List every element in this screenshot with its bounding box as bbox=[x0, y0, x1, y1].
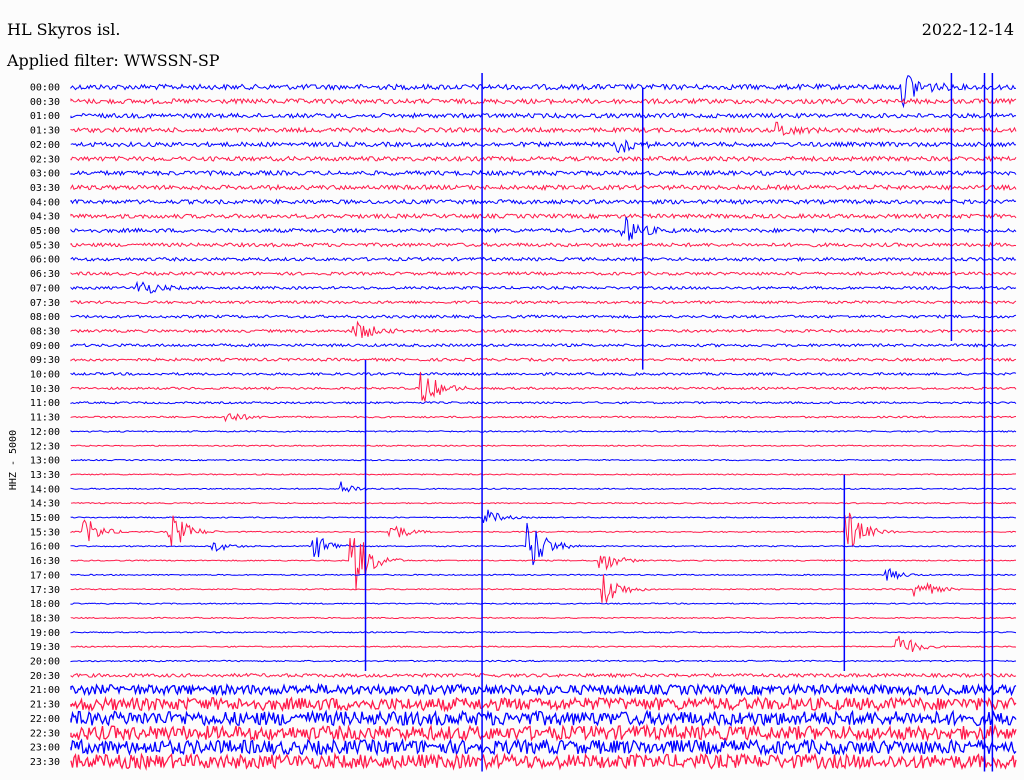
trace-line bbox=[70, 695, 1017, 713]
trace-line bbox=[70, 271, 1017, 276]
channel-label: HHZ - 5000 bbox=[8, 430, 19, 490]
time-label: 08:30 bbox=[30, 326, 60, 337]
time-label: 00:00 bbox=[30, 83, 60, 94]
trace-line bbox=[70, 574, 1017, 603]
trace-line bbox=[70, 112, 1017, 120]
time-label: 18:30 bbox=[30, 613, 60, 624]
time-label: 08:00 bbox=[30, 312, 60, 323]
trace-line bbox=[70, 198, 1017, 206]
time-label: 16:00 bbox=[30, 542, 60, 553]
trace-line bbox=[70, 567, 1017, 581]
time-label: 03:30 bbox=[30, 183, 60, 194]
time-label: 14:30 bbox=[30, 499, 60, 510]
time-label: 05:30 bbox=[30, 240, 60, 251]
time-label: 06:30 bbox=[30, 269, 60, 280]
time-label: 21:30 bbox=[30, 700, 60, 711]
trace-line bbox=[70, 212, 1017, 220]
time-label: 19:30 bbox=[30, 642, 60, 653]
trace-line bbox=[70, 659, 1017, 663]
time-label: 01:30 bbox=[30, 126, 60, 137]
time-label: 10:30 bbox=[30, 384, 60, 395]
time-label: 22:00 bbox=[30, 714, 60, 725]
time-label: 21:00 bbox=[30, 685, 60, 696]
helicorder-plot: 00:00 00:30 01:00 01:30 02:00 02:30 03:00 03:30… bbox=[8, 73, 1017, 772]
trace-line bbox=[70, 155, 1017, 163]
trace-line bbox=[70, 371, 1017, 377]
trace-line bbox=[70, 371, 1017, 402]
trace-line bbox=[70, 412, 1017, 423]
seismogram-page: HL Skyros isl. Applied filter: WWSSN-SP … bbox=[0, 0, 1024, 780]
trace-line bbox=[70, 299, 1017, 305]
trace-line bbox=[70, 183, 1017, 192]
time-label: 03:00 bbox=[30, 169, 60, 180]
time-label: 02:00 bbox=[30, 140, 60, 151]
trace-line bbox=[70, 444, 1017, 447]
time-label: 09:30 bbox=[30, 355, 60, 366]
trace-line bbox=[70, 522, 1017, 566]
spikes-group bbox=[364, 73, 994, 772]
trace-line bbox=[70, 481, 1017, 493]
time-label: 02:30 bbox=[30, 154, 60, 165]
trace-line bbox=[70, 280, 1017, 294]
trace-line bbox=[70, 682, 1017, 697]
time-label: 22:30 bbox=[30, 728, 60, 739]
time-label: 20:30 bbox=[30, 671, 60, 682]
time-label: 12:00 bbox=[30, 427, 60, 438]
trace-line bbox=[70, 631, 1017, 634]
trace-line bbox=[70, 97, 1017, 106]
trace-line bbox=[70, 672, 1017, 679]
time-label: 10:00 bbox=[30, 370, 60, 381]
trace-line bbox=[70, 501, 1017, 505]
trace-line bbox=[70, 509, 1017, 523]
time-label: 01:00 bbox=[30, 111, 60, 122]
time-label: 12:30 bbox=[30, 441, 60, 452]
time-label: 18:00 bbox=[30, 599, 60, 610]
time-label: 15:30 bbox=[30, 527, 60, 538]
time-label: 07:00 bbox=[30, 283, 60, 294]
time-label: 13:30 bbox=[30, 470, 60, 481]
trace-line bbox=[70, 473, 1017, 476]
trace-line bbox=[70, 400, 1017, 405]
trace-line bbox=[70, 139, 1017, 154]
time-label: 23:30 bbox=[30, 757, 60, 768]
trace-line bbox=[70, 737, 1017, 757]
time-label: 04:30 bbox=[30, 212, 60, 223]
time-label: 11:00 bbox=[30, 398, 60, 409]
trace-line bbox=[70, 169, 1017, 177]
time-label: 16:30 bbox=[30, 556, 60, 567]
trace-line bbox=[70, 256, 1017, 263]
time-label: 23:00 bbox=[30, 743, 60, 754]
time-label: 04:00 bbox=[30, 197, 60, 208]
trace-line bbox=[70, 241, 1017, 248]
time-label: 20:00 bbox=[30, 657, 60, 668]
time-label: 07:30 bbox=[30, 298, 60, 309]
time-label: 15:00 bbox=[30, 513, 60, 524]
trace-line bbox=[70, 709, 1017, 727]
time-label: 17:00 bbox=[30, 570, 60, 581]
trace-line bbox=[70, 458, 1017, 462]
trace-line bbox=[70, 357, 1017, 362]
time-label: 17:30 bbox=[30, 585, 60, 596]
time-label: 06:00 bbox=[30, 255, 60, 266]
trace-line bbox=[70, 216, 1017, 241]
time-labels-group: 00:00 00:30 01:00 01:30 02:00 02:30 03:00 03:30… bbox=[30, 83, 60, 768]
time-label: 05:00 bbox=[30, 226, 60, 237]
time-label: 11:30 bbox=[30, 413, 60, 424]
trace-line bbox=[70, 314, 1017, 320]
trace-line bbox=[70, 723, 1017, 743]
trace-line bbox=[70, 342, 1017, 348]
traces-group bbox=[70, 75, 1017, 771]
time-label: 14:00 bbox=[30, 484, 60, 495]
trace-line bbox=[70, 430, 1017, 433]
time-label: 13:00 bbox=[30, 456, 60, 467]
trace-line bbox=[70, 616, 1017, 620]
time-label: 09:00 bbox=[30, 341, 60, 352]
trace-line bbox=[70, 121, 1017, 136]
trace-line bbox=[70, 635, 1017, 653]
trace-line bbox=[70, 320, 1017, 338]
time-label: 00:30 bbox=[30, 97, 60, 108]
trace-line bbox=[70, 602, 1017, 605]
trace-line bbox=[70, 752, 1017, 771]
time-label: 19:00 bbox=[30, 628, 60, 639]
